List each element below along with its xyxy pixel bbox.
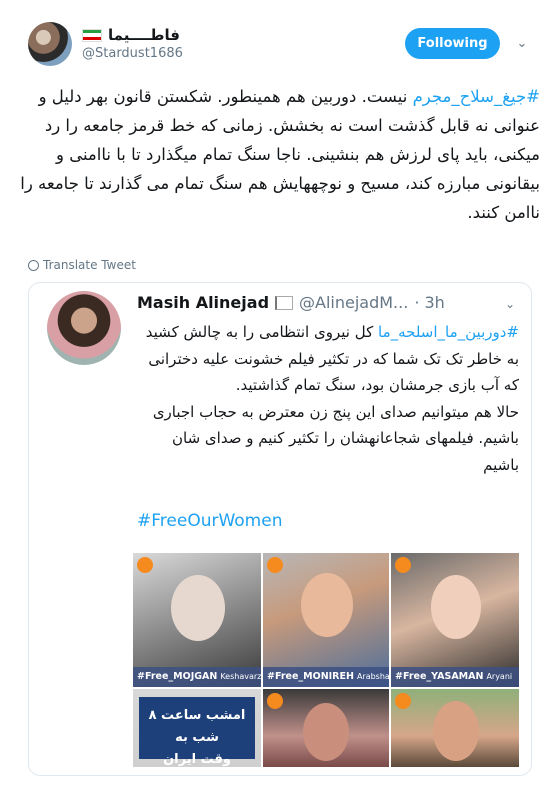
logo-badge-icon xyxy=(267,557,283,573)
logo-badge-icon xyxy=(137,557,153,573)
face-shape xyxy=(303,703,349,761)
image-collage[interactable]: #Free_MOJGAN Keshavarz #Free_MONIREH Arabs… xyxy=(133,553,519,769)
person-surname: Keshavarz xyxy=(220,672,261,681)
photo-woman-4[interactable] xyxy=(263,689,389,767)
person-tag: #Free_MONIREH xyxy=(267,671,354,682)
face-shape xyxy=(301,573,353,637)
person-surname: Arabshahi xyxy=(356,672,389,681)
tweet-body: نیست. دوربین هم همینطور. شکستن قانون بهر… xyxy=(20,87,540,222)
person-surname: Aryani xyxy=(486,672,513,681)
quoted-hashtag[interactable]: #دوربین_ما_اسلحه_ما xyxy=(378,323,519,341)
photo-mojgan[interactable]: #Free_MOJGAN Keshavarz xyxy=(133,553,261,687)
name-bar: #Free_MONIREHArabshahi xyxy=(263,667,389,687)
free-our-women-hashtag[interactable]: #FreeOurWomen xyxy=(137,511,282,531)
author-display-name[interactable]: فاطــــیما xyxy=(108,26,180,44)
quoted-chevron-down-icon[interactable]: ⌄ xyxy=(505,297,515,311)
quoted-author-name: Masih Alinejad xyxy=(137,293,270,312)
person-tag: #Free_MOJGAN xyxy=(137,671,218,682)
quoted-tweet-header: Masih Alinejad @AlinejadM... · 3h xyxy=(137,293,445,312)
logo-badge-icon xyxy=(395,557,411,573)
face-shape xyxy=(431,575,481,639)
logo-badge-icon xyxy=(395,693,411,709)
quoted-tweet-time: · 3h xyxy=(414,293,445,312)
white-flag-icon xyxy=(275,295,294,310)
time-notice-line1: امشب ساعت ۸ شب به xyxy=(148,708,246,745)
logo-badge-icon xyxy=(267,693,283,709)
photo-monireh[interactable]: #Free_MONIREHArabshahi xyxy=(263,553,389,687)
author-avatar[interactable] xyxy=(28,22,72,66)
translate-tweet-link[interactable]: Translate Tweet xyxy=(28,258,136,272)
quoted-author-avatar xyxy=(47,291,121,365)
following-button[interactable]: Following xyxy=(405,28,500,59)
time-notice-panel[interactable]: امشب ساعت ۸ شب به وقت ایران xyxy=(133,689,261,767)
chevron-down-icon[interactable]: ⌄ xyxy=(514,36,530,51)
time-notice-box: امشب ساعت ۸ شب به وقت ایران xyxy=(139,697,255,767)
quoted-author-handle: @AlinejadM... xyxy=(299,293,409,312)
author-name-row[interactable]: فاطــــیما xyxy=(82,26,180,44)
quoted-tweet-text: #دوربین_ما_اسلحه_ما کل نیروی انتظامی را … xyxy=(133,319,519,478)
time-notice-line2: وقت ایران xyxy=(163,752,231,767)
person-tag: #Free_YASAMAN xyxy=(395,671,484,682)
iran-flag-icon xyxy=(82,28,102,42)
author-handle[interactable]: @Stardust1686 xyxy=(82,46,183,61)
translate-label[interactable]: Translate Tweet xyxy=(43,258,136,272)
photo-yasaman[interactable]: #Free_YASAMAN Aryani xyxy=(391,553,519,687)
photo-woman-5[interactable] xyxy=(391,689,519,767)
tweet-hashtag[interactable]: #جیغ_سلاح_مجرم xyxy=(413,87,540,106)
quoted-tweet-card[interactable]: Masih Alinejad @AlinejadM... · 3h ⌄ #دور… xyxy=(28,282,532,776)
globe-icon xyxy=(28,259,39,271)
name-bar: #Free_YASAMAN Aryani xyxy=(391,667,519,687)
name-bar: #Free_MOJGAN Keshavarz xyxy=(133,667,261,687)
quoted-body-line2: حالا هم میتوانیم صدای این پنج زن معترض ب… xyxy=(152,402,519,474)
tweet-text: #جیغ_سلاح_مجرم نیست. دوربین هم همینطور. … xyxy=(18,82,540,227)
face-shape xyxy=(433,701,479,761)
face-shape xyxy=(171,575,225,641)
